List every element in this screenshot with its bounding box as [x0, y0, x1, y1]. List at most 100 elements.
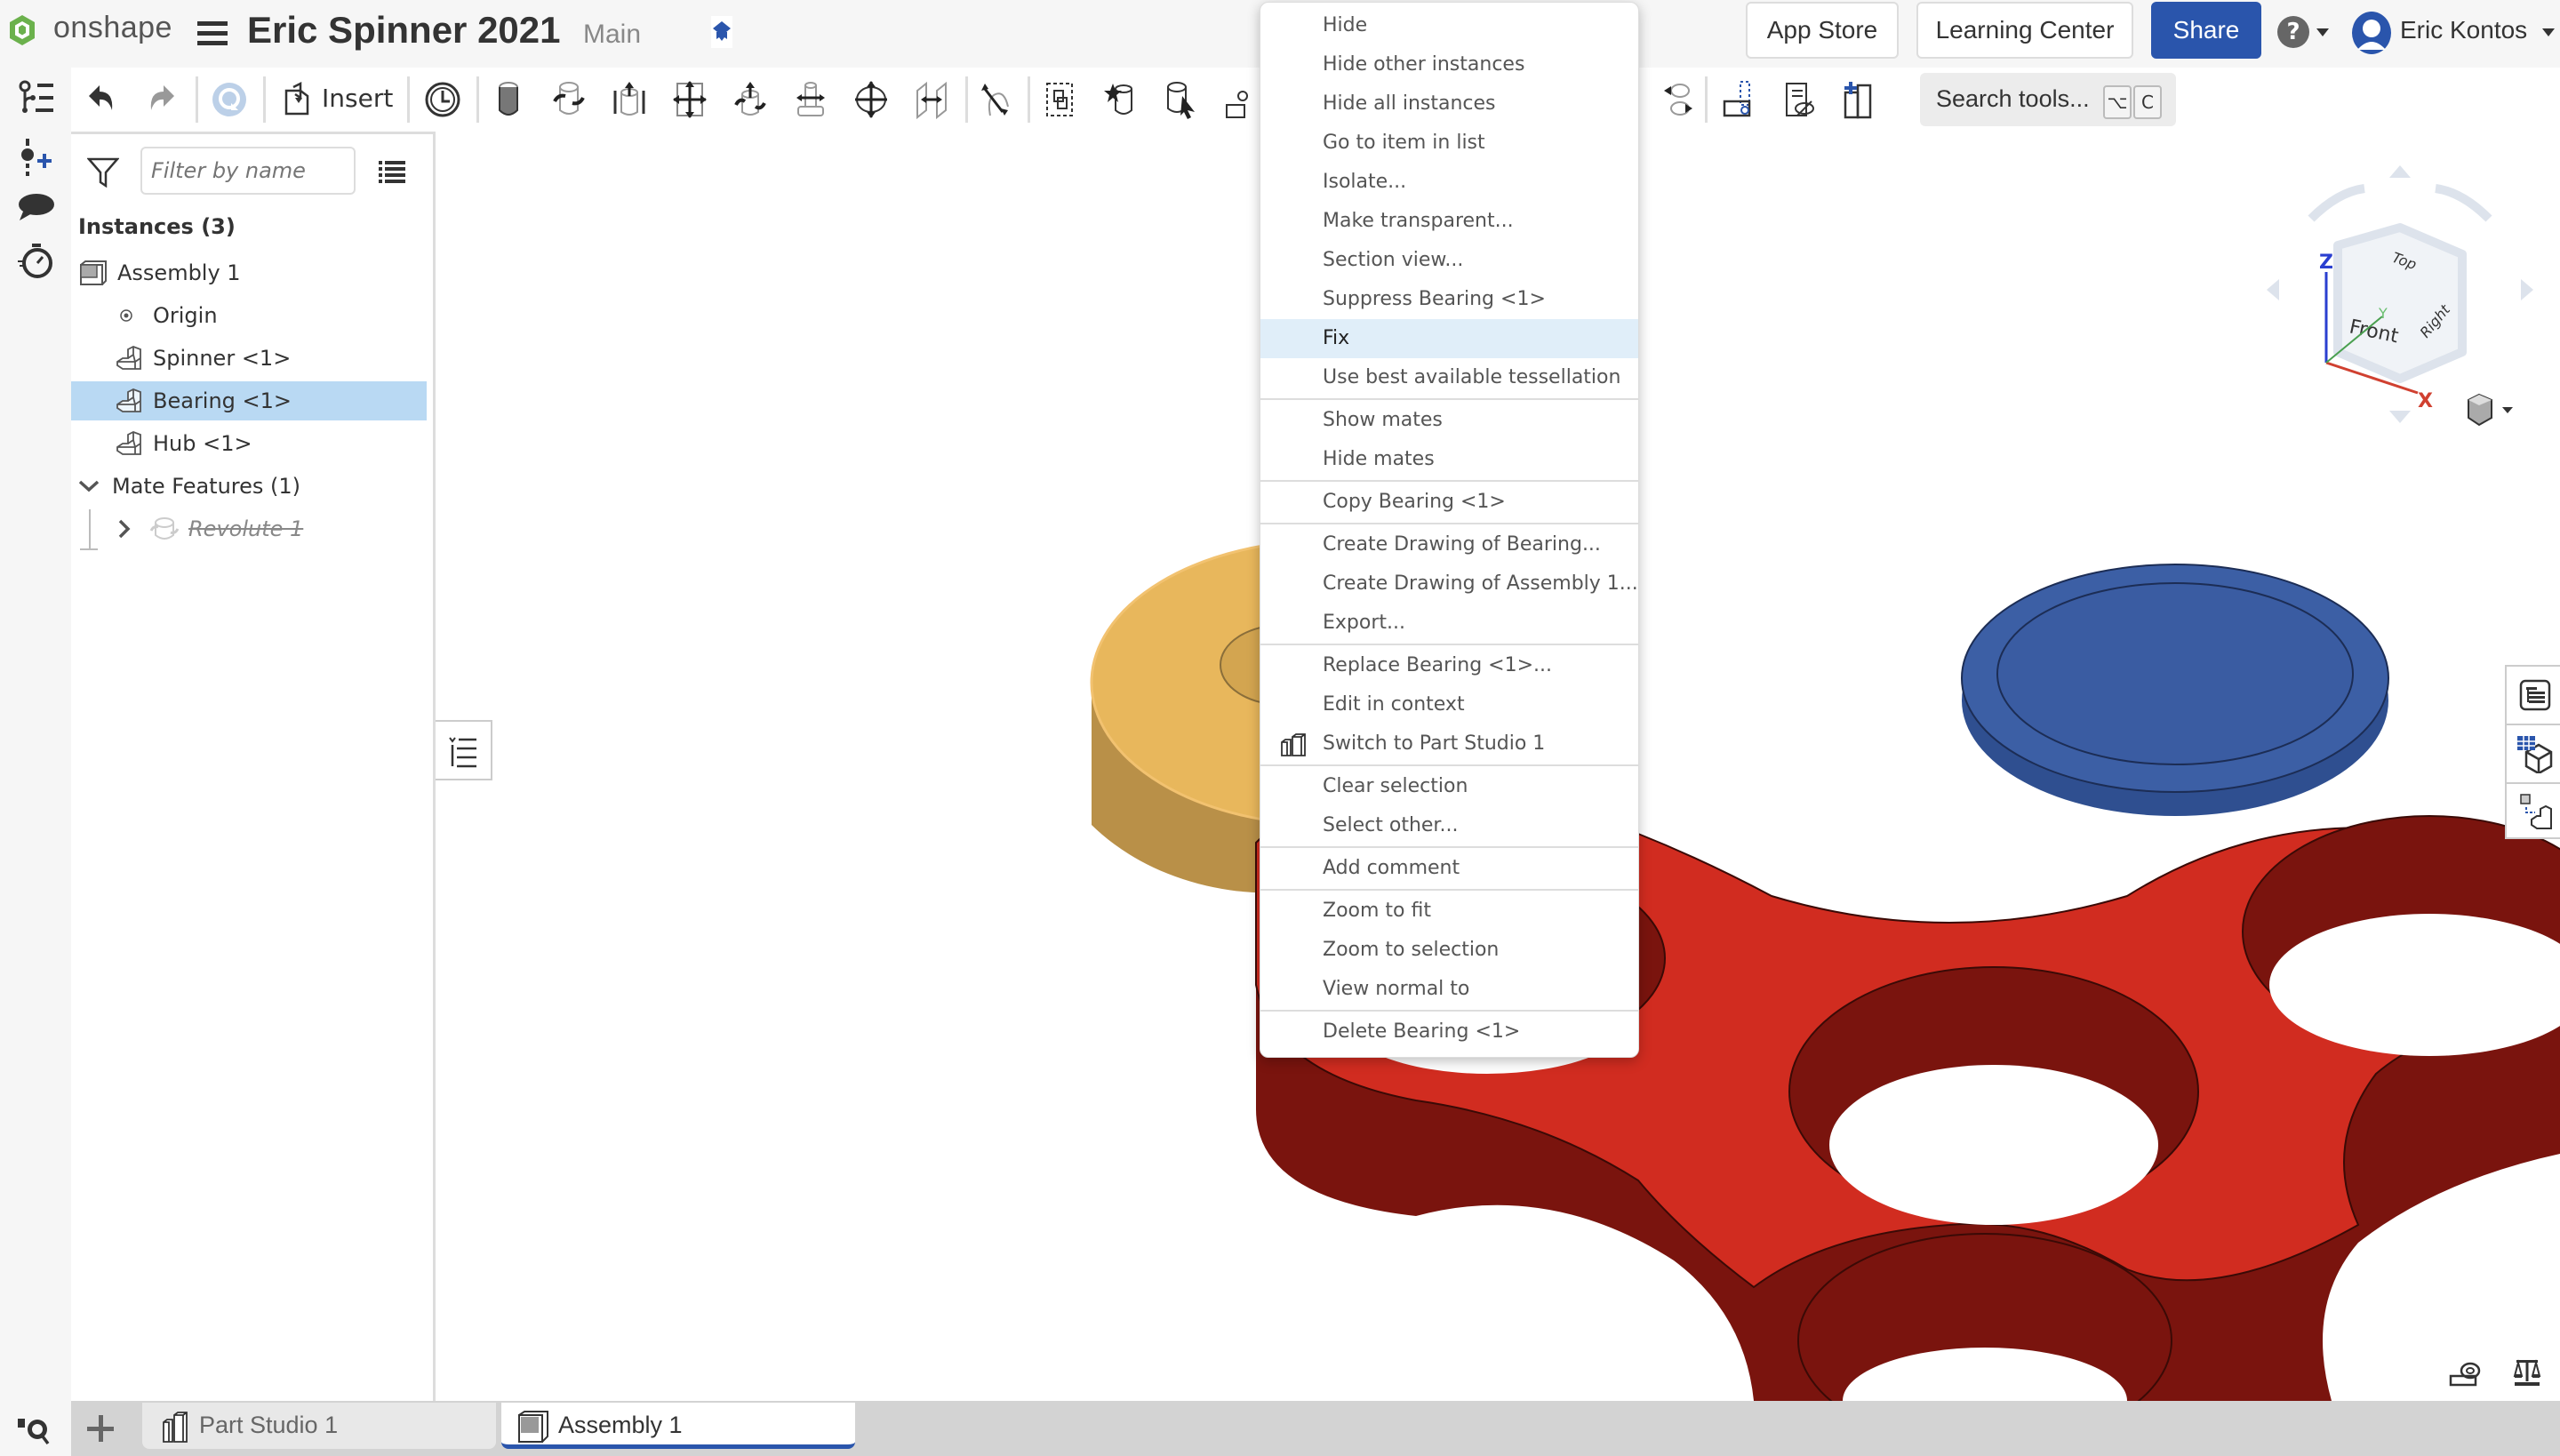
- hub-part[interactable]: [1961, 564, 2389, 816]
- share-button[interactable]: Share: [2151, 2, 2261, 59]
- tree-item-origin[interactable]: Origin: [71, 296, 427, 335]
- cylindrical-mate-icon[interactable]: [732, 80, 768, 119]
- tree-item-spinner[interactable]: Spinner <1>: [71, 339, 427, 378]
- chevron-right-icon[interactable]: [117, 518, 132, 540]
- menu-item-suppress[interactable]: Suppress Bearing <1>: [1260, 280, 1638, 319]
- menu-item-hide-other-instances[interactable]: Hide other instances: [1260, 45, 1638, 84]
- filter-by-name-input[interactable]: [140, 147, 356, 195]
- mass-properties-icon[interactable]: [2513, 1358, 2541, 1387]
- tangent-mate-icon[interactable]: [978, 80, 1013, 119]
- view-mode-icon[interactable]: [2465, 391, 2518, 430]
- user-avatar-icon[interactable]: [2350, 11, 2393, 55]
- linear-pattern-icon[interactable]: [1660, 80, 1696, 119]
- menu-item-view-normal-to[interactable]: View normal to: [1260, 970, 1638, 1009]
- list-view-icon[interactable]: [379, 161, 405, 184]
- bom-icon[interactable]: [1842, 80, 1877, 119]
- menu-item-show-mates[interactable]: Show mates: [1260, 401, 1638, 440]
- menu-item-copy[interactable]: Copy Bearing <1>: [1260, 483, 1638, 522]
- tab-search-icon[interactable]: [16, 1415, 53, 1445]
- menu-item-export[interactable]: Export...: [1260, 604, 1638, 643]
- panel-toggle-button[interactable]: [436, 720, 492, 780]
- menu-item-fix[interactable]: Fix: [1260, 319, 1638, 358]
- pin-slot-mate-icon[interactable]: [793, 80, 828, 119]
- explode-icon[interactable]: [1781, 80, 1817, 119]
- replicate-icon[interactable]: [1223, 80, 1259, 119]
- measure-tape-icon[interactable]: [2449, 1362, 2481, 1388]
- menu-item-best-tessellation[interactable]: Use best available tessellation: [1260, 358, 1638, 397]
- help-caret-icon[interactable]: [2316, 28, 2329, 36]
- comments-icon[interactable]: [18, 192, 55, 222]
- menu-item-replace[interactable]: Replace Bearing <1>...: [1260, 646, 1638, 685]
- tree-item-bearing[interactable]: Bearing <1>: [71, 381, 427, 420]
- search-tools-input[interactable]: Search tools... ⌥ C: [1920, 73, 2176, 126]
- parallel-mate-icon[interactable]: [914, 80, 949, 119]
- branch-name[interactable]: Main: [583, 20, 641, 50]
- mate-connector-icon[interactable]: [1042, 80, 1077, 119]
- feature-tree-icon[interactable]: [18, 80, 55, 116]
- instances-header: Instances (3): [78, 214, 236, 239]
- regenerate-icon[interactable]: [212, 80, 247, 119]
- tree-item-hub[interactable]: Hub <1>: [71, 424, 427, 463]
- menu-item-make-transparent[interactable]: Make transparent...: [1260, 202, 1638, 241]
- ball-mate-icon[interactable]: [853, 80, 889, 119]
- axis-label-y: Y: [2378, 305, 2388, 322]
- insert-icon[interactable]: [283, 80, 311, 119]
- slider-mate-icon[interactable]: [612, 80, 647, 119]
- menu-separator: [1260, 1010, 1638, 1012]
- menu-item-zoom-to-selection[interactable]: Zoom to selection: [1260, 931, 1638, 970]
- appearance-button[interactable]: [2507, 725, 2560, 784]
- mate-features-header[interactable]: Mate Features (1): [71, 467, 427, 506]
- add-tab-icon[interactable]: [85, 1413, 116, 1444]
- insert-button[interactable]: Insert: [322, 84, 393, 113]
- filter-icon[interactable]: [87, 157, 119, 188]
- app-store-button[interactable]: App Store: [1746, 2, 1899, 59]
- mate-connectors-button[interactable]: [2507, 784, 2560, 841]
- menu-item-zoom-to-fit[interactable]: Zoom to fit: [1260, 892, 1638, 931]
- user-caret-icon[interactable]: [2542, 28, 2555, 36]
- tree-item-label: Spinner <1>: [153, 346, 292, 371]
- tree-item-assembly[interactable]: Assembly 1: [71, 253, 427, 292]
- relation-icon[interactable]: [1163, 80, 1198, 119]
- document-title[interactable]: Eric Spinner 2021: [247, 9, 561, 52]
- performance-icon[interactable]: [18, 242, 55, 279]
- revolute-mate-icon[interactable]: [551, 80, 587, 119]
- menu-item-add-comment[interactable]: Add comment: [1260, 849, 1638, 888]
- planar-mate-icon[interactable]: [672, 80, 708, 119]
- menu-item-section-view[interactable]: Section view...: [1260, 241, 1638, 280]
- undo-icon[interactable]: [84, 80, 119, 119]
- tab-assembly-1[interactable]: Assembly 1: [501, 1403, 855, 1449]
- help-icon[interactable]: ?: [2277, 16, 2309, 48]
- onshape-logo-icon[interactable]: [9, 14, 36, 46]
- menu-item-clear-selection[interactable]: Clear selection: [1260, 767, 1638, 806]
- mate-connector-placement-icon[interactable]: [1721, 80, 1756, 119]
- group-icon[interactable]: [1102, 80, 1138, 119]
- tab-part-studio-1[interactable]: Part Studio 1: [142, 1403, 496, 1449]
- learning-center-button[interactable]: Learning Center: [1916, 2, 2133, 59]
- menu-item-create-drawing-part[interactable]: Create Drawing of Bearing...: [1260, 525, 1638, 564]
- menu-item-select-other[interactable]: Select other...: [1260, 806, 1638, 845]
- graduation-cap-icon[interactable]: [711, 16, 732, 48]
- fasten-mate-icon[interactable]: [491, 80, 526, 119]
- menu-item-create-drawing-assembly[interactable]: Create Drawing of Assembly 1...: [1260, 564, 1638, 604]
- menu-item-hide-all-instances[interactable]: Hide all instances: [1260, 84, 1638, 124]
- menu-item-edit-in-context[interactable]: Edit in context: [1260, 685, 1638, 724]
- instance-list-button[interactable]: [2507, 667, 2560, 725]
- chevron-down-icon[interactable]: [78, 479, 100, 493]
- menu-separator: [1260, 889, 1638, 891]
- menu-item-switch-to-part-studio[interactable]: Switch to Part Studio 1: [1260, 724, 1638, 764]
- menu-item-delete[interactable]: Delete Bearing <1>: [1260, 1012, 1638, 1052]
- menu-icon[interactable]: [197, 21, 228, 46]
- add-mate-connector-icon[interactable]: [20, 139, 55, 178]
- menu-item-hide-mates[interactable]: Hide mates: [1260, 440, 1638, 479]
- user-name[interactable]: Eric Kontos: [2400, 16, 2527, 44]
- appearance-table-icon: [2517, 736, 2553, 773]
- revolute-mate-icon: [149, 517, 180, 540]
- tree-item-revolute[interactable]: Revolute 1: [71, 509, 427, 550]
- rotate-up-arrow-icon: [2389, 165, 2411, 178]
- menu-item-isolate[interactable]: Isolate...: [1260, 163, 1638, 202]
- menu-item-go-to-item-in-list[interactable]: Go to item in list: [1260, 124, 1638, 163]
- menu-item-hide[interactable]: Hide: [1260, 6, 1638, 45]
- history-icon[interactable]: [425, 80, 460, 119]
- redo-icon[interactable]: [144, 80, 180, 119]
- assembly-icon: [80, 260, 107, 285]
